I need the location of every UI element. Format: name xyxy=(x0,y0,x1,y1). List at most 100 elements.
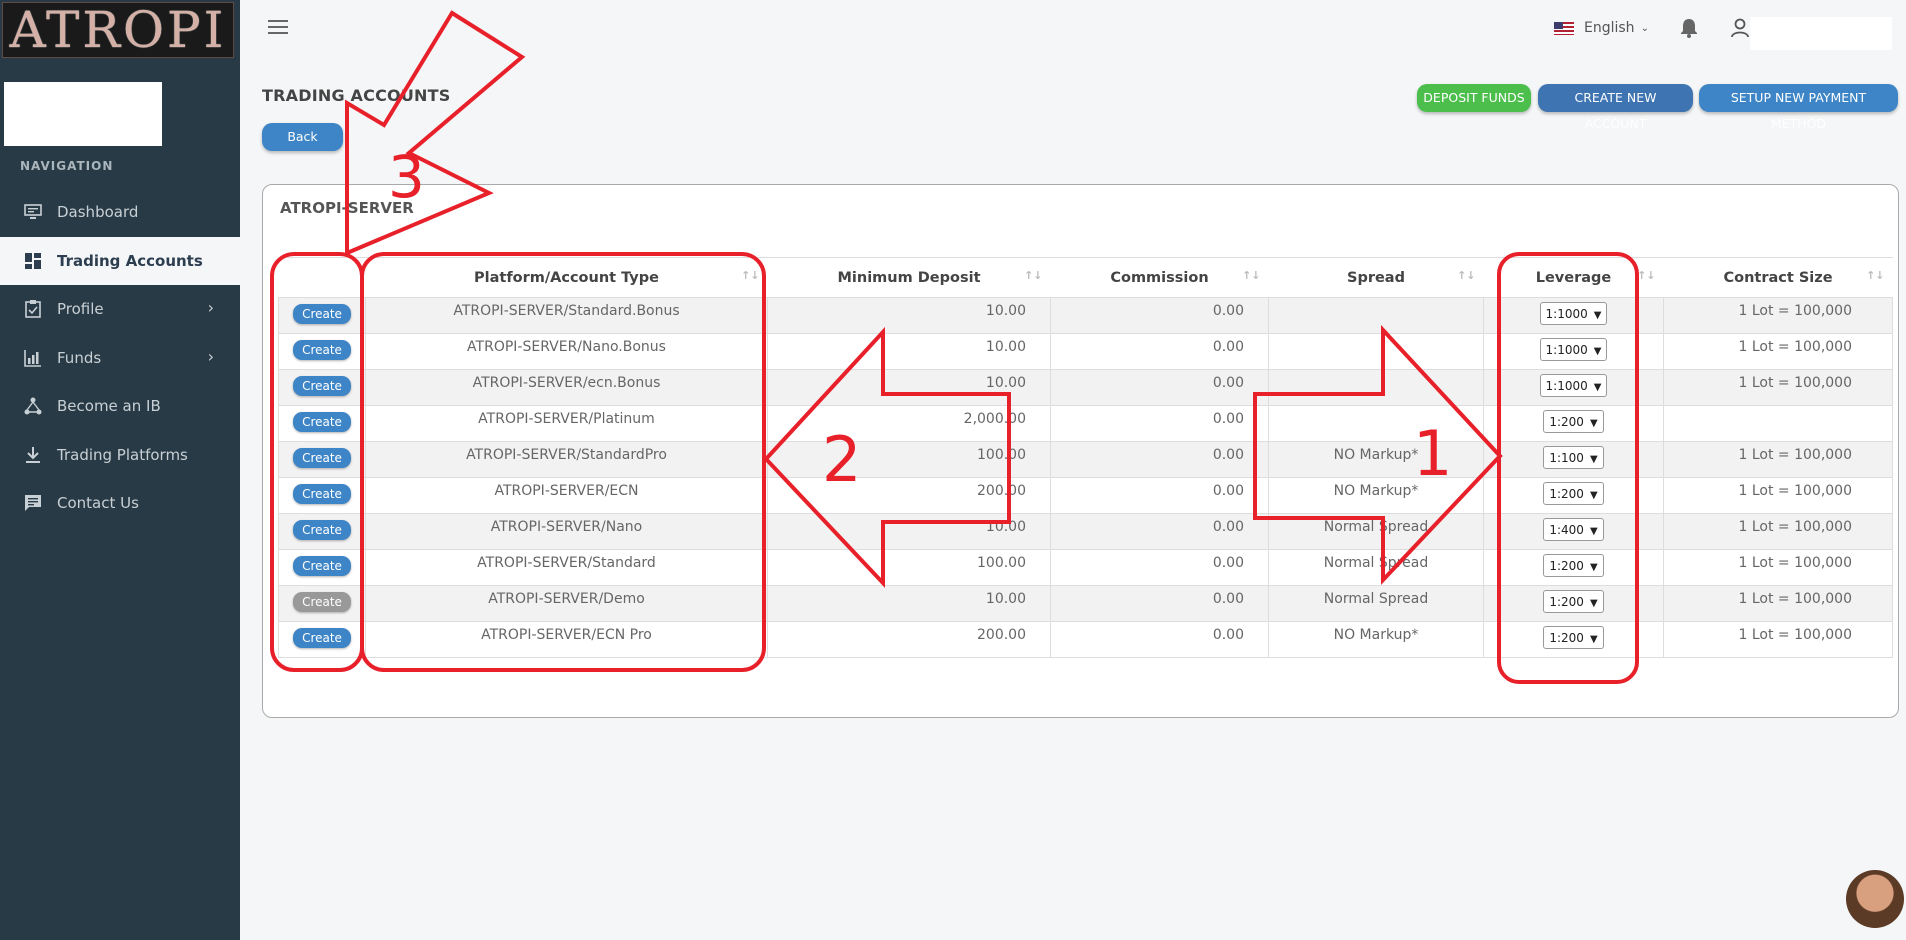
leverage-value: 1:200 xyxy=(1549,559,1584,573)
header-leverage[interactable]: Leverage ↑↓ xyxy=(1483,257,1664,298)
sidebar-item-trading-accounts[interactable]: Trading Accounts xyxy=(0,237,240,285)
create-account-button[interactable]: Create xyxy=(293,412,351,432)
leverage-value: 1:200 xyxy=(1549,631,1584,645)
leverage-select[interactable]: 1:1000 ▼ xyxy=(1539,302,1608,325)
create-account-button[interactable]: Create xyxy=(293,628,351,648)
cell-contract-size: 1 Lot = 100,000 xyxy=(1663,369,1893,406)
cell-spread: Normal Spread xyxy=(1268,549,1484,586)
sort-icon: ↑↓ xyxy=(1242,269,1261,282)
header-min-deposit[interactable]: Minimum Deposit ↑↓ xyxy=(767,257,1051,298)
leverage-select[interactable]: 1:200 ▼ xyxy=(1543,626,1604,649)
create-new-account-button[interactable]: CREATE NEW ACCOUNT xyxy=(1538,84,1693,131)
server-card: ATROPI-SERVER Platform/Account Type ↑↓ Mi… xyxy=(262,184,1899,718)
chevron-down-icon: ▼ xyxy=(1589,598,1598,609)
table-row: Create ATROPI-SERVER/ECN 200.00 0.00 NO Mark… xyxy=(278,477,1893,514)
sidebar-item-dashboard[interactable]: Dashboard xyxy=(0,188,240,236)
chevron-down-icon: ▼ xyxy=(1589,526,1598,537)
create-account-button[interactable]: Create xyxy=(293,376,351,396)
language-selector[interactable]: English ⌄ xyxy=(1554,20,1649,36)
server-title: ATROPI-SERVER xyxy=(280,199,414,217)
back-button[interactable]: Back xyxy=(262,123,343,151)
setup-payment-method-button[interactable]: SETUP NEW PAYMENT METHOD xyxy=(1699,84,1898,131)
hamburger-menu-icon[interactable] xyxy=(268,20,288,36)
cell-contract-size: 1 Lot = 100,000 xyxy=(1663,297,1893,334)
chevron-down-icon: ⌄ xyxy=(1640,22,1649,34)
table-row: Create ATROPI-SERVER/StandardPro 100.00 0.0… xyxy=(278,441,1893,478)
cell-commission: 0.00 xyxy=(1050,621,1269,658)
header-label: Platform/Account Type xyxy=(474,269,659,286)
user-name-box[interactable] xyxy=(1750,17,1892,50)
cell-commission: 0.00 xyxy=(1050,297,1269,334)
create-account-button[interactable]: Create xyxy=(293,340,351,360)
cell-min-deposit: 10.00 xyxy=(767,297,1051,334)
chevron-down-icon: ▼ xyxy=(1593,346,1602,357)
create-account-button[interactable]: Create xyxy=(293,556,351,576)
leverage-select[interactable]: 1:200 ▼ xyxy=(1543,590,1604,613)
create-account-button[interactable]: Create xyxy=(293,448,351,468)
sort-icon: ↑↓ xyxy=(741,269,760,282)
sidebar-item-trading-platforms[interactable]: Trading Platforms xyxy=(0,431,240,479)
cell-action: Create xyxy=(278,369,366,406)
leverage-select[interactable]: 1:200 ▼ xyxy=(1543,554,1604,577)
header-platform[interactable]: Platform/Account Type ↑↓ xyxy=(365,257,768,298)
sidebar-item-label: Contact Us xyxy=(57,494,139,512)
cell-platform: ATROPI-SERVER/Platinum xyxy=(365,405,768,442)
leverage-select[interactable]: 1:400 ▼ xyxy=(1543,518,1604,541)
cell-commission: 0.00 xyxy=(1050,333,1269,370)
language-label: English xyxy=(1584,20,1635,36)
chevron-down-icon: ▼ xyxy=(1593,310,1602,321)
accounts-table: Platform/Account Type ↑↓ Minimum Deposit ↑… xyxy=(278,257,1893,658)
cell-contract-size: 1 Lot = 100,000 xyxy=(1663,441,1893,478)
user-icon[interactable] xyxy=(1731,18,1749,42)
header-action xyxy=(278,257,366,298)
leverage-select[interactable]: 1:200 ▼ xyxy=(1543,482,1604,505)
leverage-value: 1:1000 xyxy=(1545,307,1588,321)
create-account-button[interactable]: Create xyxy=(293,592,351,612)
create-account-button[interactable]: Create xyxy=(293,304,351,324)
brand-logo[interactable]: ATROPI xyxy=(2,2,234,58)
header-label: Spread xyxy=(1347,269,1405,286)
sidebar-item-contact-us[interactable]: Contact Us xyxy=(0,479,240,527)
cell-commission: 0.00 xyxy=(1050,549,1269,586)
us-flag-icon xyxy=(1554,21,1574,35)
header-contract-size[interactable]: Contract Size ↑↓ xyxy=(1663,257,1893,298)
cell-commission: 0.00 xyxy=(1050,369,1269,406)
support-chat-avatar[interactable] xyxy=(1846,870,1904,928)
sort-icon: ↑↓ xyxy=(1457,269,1476,282)
header-commission[interactable]: Commission ↑↓ xyxy=(1050,257,1269,298)
sidebar-item-funds[interactable]: Funds › xyxy=(0,334,240,382)
cell-contract-size: 1 Lot = 100,000 xyxy=(1663,621,1893,658)
page-title: TRADING ACCOUNTS xyxy=(262,86,451,105)
cell-commission: 0.00 xyxy=(1050,513,1269,550)
deposit-funds-button[interactable]: DEPOSIT FUNDS xyxy=(1417,84,1531,112)
create-account-button[interactable]: Create xyxy=(293,484,351,504)
cell-platform: ATROPI-SERVER/ECN Pro xyxy=(365,621,768,658)
cell-spread xyxy=(1268,297,1484,334)
cell-min-deposit: 100.00 xyxy=(767,441,1051,478)
cell-spread xyxy=(1268,405,1484,442)
table-row: Create ATROPI-SERVER/ecn.Bonus 10.00 0.00 1:… xyxy=(278,369,1893,406)
cell-action: Create xyxy=(278,513,366,550)
cell-platform: ATROPI-SERVER/ecn.Bonus xyxy=(365,369,768,406)
bell-icon[interactable] xyxy=(1680,18,1698,42)
leverage-select[interactable]: 1:100 ▼ xyxy=(1543,446,1604,469)
cell-action: Create xyxy=(278,333,366,370)
sidebar-item-become-ib[interactable]: Become an IB xyxy=(0,382,240,430)
cell-min-deposit: 200.00 xyxy=(767,621,1051,658)
header-spread[interactable]: Spread ↑↓ xyxy=(1268,257,1484,298)
sort-icon: ↑↓ xyxy=(1024,269,1043,282)
table-row: Create ATROPI-SERVER/Standard.Bonus 10.00 0… xyxy=(278,297,1893,334)
leverage-value: 1:200 xyxy=(1549,415,1584,429)
cell-spread xyxy=(1268,333,1484,370)
leverage-select[interactable]: 1:200 ▼ xyxy=(1543,410,1604,433)
leverage-select[interactable]: 1:1000 ▼ xyxy=(1539,338,1608,361)
top-bar xyxy=(240,0,1906,62)
cell-contract-size: 1 Lot = 100,000 xyxy=(1663,513,1893,550)
sidebar-item-profile[interactable]: Profile › xyxy=(0,285,240,333)
cell-platform: ATROPI-SERVER/ECN xyxy=(365,477,768,514)
leverage-select[interactable]: 1:1000 ▼ xyxy=(1539,374,1608,397)
header-label: Minimum Deposit xyxy=(837,269,981,286)
cell-spread: NO Markup* xyxy=(1268,441,1484,478)
cell-commission: 0.00 xyxy=(1050,441,1269,478)
create-account-button[interactable]: Create xyxy=(293,520,351,540)
